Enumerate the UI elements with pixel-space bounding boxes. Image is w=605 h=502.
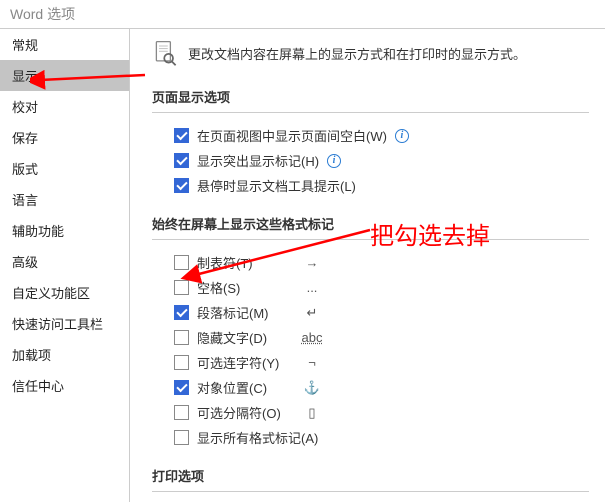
symbol-optional-separator: ▯ [297,405,327,421]
sidebar-item-quick-access[interactable]: 快速访问工具栏 [0,308,129,339]
label-highlight-marks: 显示突出显示标记(H) [197,151,319,170]
symbol-tab: → [297,255,327,270]
checkbox-hover-tooltips[interactable] [174,178,189,193]
sidebar-item-layout[interactable]: 版式 [0,153,129,184]
symbol-object-anchor: ⚓ [297,380,327,396]
symbol-optional-hyphen: ¬ [297,355,327,370]
page-search-icon [152,39,180,67]
info-icon[interactable]: i [327,154,341,168]
checkbox-page-whitespace[interactable] [174,128,189,143]
symbol-paragraph: ↵ [297,305,327,321]
sidebar-item-customize-ribbon[interactable]: 自定义功能区 [0,277,129,308]
section-header-page-display: 页面显示选项 [152,81,589,113]
info-icon[interactable]: i [395,129,409,143]
checkbox-highlight-marks[interactable] [174,153,189,168]
checkbox-optional-separator[interactable] [174,405,189,420]
symbol-space: ... [297,280,327,295]
label-tab: 制表符(T) [197,253,289,272]
sidebar-item-proofing[interactable]: 校对 [0,91,129,122]
sidebar-item-general[interactable]: 常规 [0,29,129,60]
sidebar-item-advanced[interactable]: 高级 [0,246,129,277]
sidebar-item-addins[interactable]: 加载项 [0,339,129,370]
sidebar-item-language[interactable]: 语言 [0,184,129,215]
label-all-marks: 显示所有格式标记(A) [197,428,318,447]
checkbox-tab[interactable] [174,255,189,270]
label-hover-tooltips: 悬停时显示文档工具提示(L) [197,176,356,195]
checkbox-paragraph[interactable] [174,305,189,320]
label-page-whitespace: 在页面视图中显示页面间空白(W) [197,126,387,145]
label-optional-separator: 可选分隔符(O) [197,403,289,422]
checkbox-object-anchor[interactable] [174,380,189,395]
symbol-hidden-text: abc [297,330,327,345]
window-title: Word 选项 [0,0,605,28]
checkbox-hidden-text[interactable] [174,330,189,345]
label-space: 空格(S) [197,278,289,297]
label-object-anchor: 对象位置(C) [197,378,289,397]
label-optional-hyphen: 可选连字符(Y) [197,353,289,372]
checkbox-optional-hyphen[interactable] [174,355,189,370]
section-header-format-marks: 始终在屏幕上显示这些格式标记 [152,208,589,240]
sidebar: 常规 显示 校对 保存 版式 语言 辅助功能 高级 自定义功能区 快速访问工具栏… [0,28,130,502]
label-paragraph: 段落标记(M) [197,303,289,322]
sidebar-item-accessibility[interactable]: 辅助功能 [0,215,129,246]
sidebar-item-display[interactable]: 显示 [0,60,129,91]
checkbox-space[interactable] [174,280,189,295]
sidebar-item-save[interactable]: 保存 [0,122,129,153]
sidebar-item-trust-center[interactable]: 信任中心 [0,370,129,401]
label-hidden-text: 隐藏文字(D) [197,328,289,347]
checkbox-all-marks[interactable] [174,430,189,445]
section-header-print: 打印选项 [152,460,589,492]
content-panel: 更改文档内容在屏幕上的显示方式和在打印时的显示方式。 页面显示选项 在页面视图中… [130,28,605,502]
intro-text: 更改文档内容在屏幕上的显示方式和在打印时的显示方式。 [188,44,526,63]
